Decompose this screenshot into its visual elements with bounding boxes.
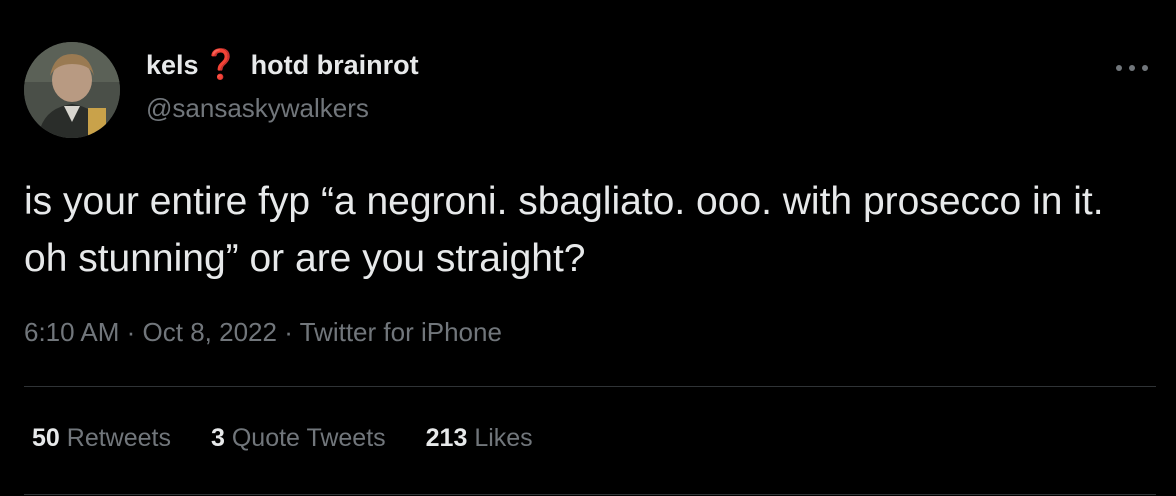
tweet-source[interactable]: Twitter for iPhone (300, 317, 502, 347)
meta-separator: · (284, 317, 300, 347)
retweets-count: 50 (32, 424, 67, 452)
retweets-stat[interactable]: 50 Retweets (32, 424, 171, 453)
tweet-date[interactable]: Oct 8, 2022 (143, 317, 277, 347)
divider (24, 494, 1156, 495)
likes-count: 213 (425, 424, 475, 452)
more-dot (1142, 65, 1148, 71)
more-options-icon[interactable] (1112, 56, 1152, 80)
quote-tweets-count: 3 (210, 424, 232, 452)
tweet-text: is your entire fyp “a negroni. sbagliato… (24, 180, 1104, 280)
tweet-card: kels ❓ hotd brainrot @sansaskywalkers is… (0, 0, 1176, 496)
quote-tweets-label: Quote Tweets (231, 424, 386, 452)
meta-separator: · (126, 317, 143, 347)
quote-tweets-stat[interactable]: 3 Quote Tweets (211, 424, 386, 453)
divider (24, 386, 1156, 387)
tweet-time[interactable]: 6:10 AM (24, 317, 119, 347)
likes-stat[interactable]: 213 Likes (426, 424, 533, 453)
author-handle[interactable]: @sansaskywalkers (146, 93, 369, 124)
avatar[interactable] (24, 42, 120, 138)
author-name-row[interactable]: kels ❓ hotd brainrot (146, 50, 419, 81)
more-dot (1116, 65, 1122, 71)
tweet-metadata: 6:10 AM · Oct 8, 2022 · Twitter for iPho… (24, 317, 502, 348)
avatar-photo (24, 42, 120, 138)
more-dot (1129, 65, 1135, 71)
author-name[interactable]: kels (146, 50, 199, 81)
question-mark-icon: ❓ (202, 49, 239, 81)
tweet-stats: 50 Retweets 3 Quote Tweets 213 Likes (32, 424, 573, 453)
author-name-suffix[interactable]: hotd brainrot (251, 50, 419, 81)
likes-label: Likes (474, 424, 533, 452)
retweets-label: Retweets (66, 424, 171, 452)
